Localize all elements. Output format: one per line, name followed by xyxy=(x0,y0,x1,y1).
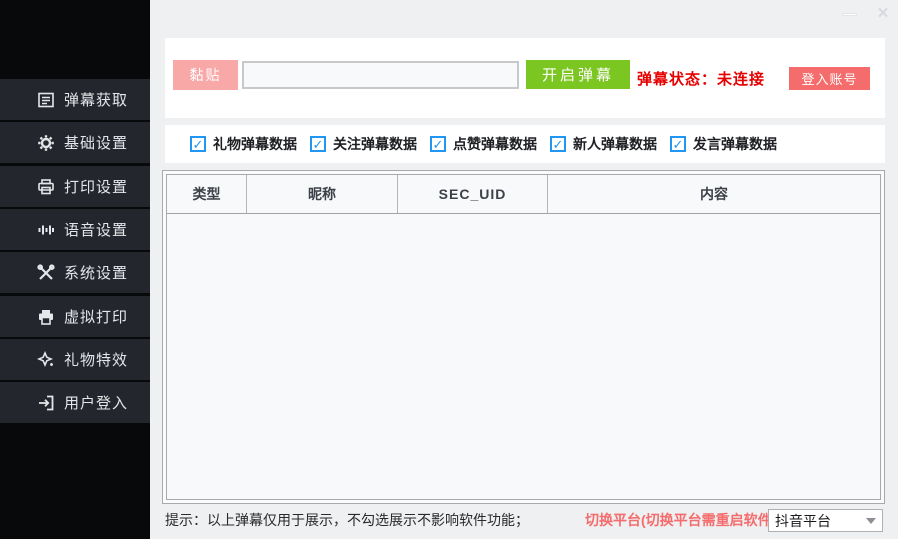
close-button[interactable]: × xyxy=(872,2,894,26)
gear-icon xyxy=(37,134,55,152)
column-header-type: 类型 xyxy=(167,175,247,213)
sidebar-item-label: 打印设置 xyxy=(64,176,128,197)
printer-icon xyxy=(37,178,55,196)
sidebar-item-virtual-print[interactable]: 虚拟打印 xyxy=(0,296,150,337)
virtual-printer-icon xyxy=(37,308,55,326)
danmaku-table-container: 类型 昵称 SEC_UID 内容 xyxy=(162,170,885,504)
sidebar-item-print-settings[interactable]: 打印设置 xyxy=(0,166,150,207)
sidebar: 弹幕获取 基础设置 打印设置 语音设置 系统设置 xyxy=(0,0,150,539)
start-danmaku-button[interactable]: 开启弹幕 xyxy=(526,60,630,89)
column-header-sec-uid: SEC_UID xyxy=(398,175,548,213)
switch-platform-link[interactable]: 切换平台(切换平台需重启软件) xyxy=(585,504,776,536)
sidebar-item-label: 用户登入 xyxy=(64,392,128,413)
sidebar-item-gift-effects[interactable]: 礼物特效 xyxy=(0,339,150,380)
paste-button[interactable]: 黏贴 xyxy=(173,60,238,90)
sidebar-item-label: 系统设置 xyxy=(64,262,128,283)
sidebar-item-label: 弹幕获取 xyxy=(64,89,128,110)
checkbox-label: 点赞弹幕数据 xyxy=(453,134,537,154)
check-icon[interactable]: ✓ xyxy=(310,136,326,152)
checkbox-gift-danmaku[interactable]: ✓ 礼物弹幕数据 xyxy=(190,125,297,163)
checkbox-follow-danmaku[interactable]: ✓ 关注弹幕数据 xyxy=(310,125,417,163)
checkbox-label: 发言弹幕数据 xyxy=(693,134,777,154)
check-icon[interactable]: ✓ xyxy=(670,136,686,152)
checkbox-newcomer-danmaku[interactable]: ✓ 新人弹幕数据 xyxy=(550,125,657,163)
column-header-nickname: 昵称 xyxy=(247,175,398,213)
platform-select[interactable]: 抖音平台 xyxy=(768,509,883,532)
checkbox-chat-danmaku[interactable]: ✓ 发言弹幕数据 xyxy=(670,125,777,163)
sidebar-item-label: 基础设置 xyxy=(64,132,128,153)
voice-bars-icon xyxy=(37,221,55,239)
sidebar-item-label: 礼物特效 xyxy=(64,349,128,370)
checkbox-label: 新人弹幕数据 xyxy=(573,134,657,154)
sidebar-item-danmaku-get[interactable]: 弹幕获取 xyxy=(0,79,150,120)
footer-tip-text: 提示：以上弹幕仅用于展示，不勾选展示不影响软件功能； xyxy=(165,504,529,536)
column-header-content: 内容 xyxy=(548,175,880,213)
gift-sparkle-icon xyxy=(37,351,55,369)
sidebar-item-label: 语音设置 xyxy=(64,219,128,240)
danmaku-status-text: 弹幕状态：未连接 xyxy=(637,38,765,118)
sidebar-item-label: 虚拟打印 xyxy=(64,306,128,327)
chevron-down-icon xyxy=(866,518,876,524)
danmaku-table: 类型 昵称 SEC_UID 内容 xyxy=(166,174,881,500)
login-account-button[interactable]: 登入账号 xyxy=(789,67,870,90)
danmaku-list-icon xyxy=(37,91,55,109)
checkbox-label: 礼物弹幕数据 xyxy=(213,134,297,154)
check-icon[interactable]: ✓ xyxy=(430,136,446,152)
check-icon[interactable]: ✓ xyxy=(190,136,206,152)
table-body-empty xyxy=(167,214,880,499)
table-header-row: 类型 昵称 SEC_UID 内容 xyxy=(167,175,880,214)
login-icon xyxy=(37,394,55,412)
sidebar-item-voice-settings[interactable]: 语音设置 xyxy=(0,209,150,250)
danmaku-app-window: { "window": { "minimize_icon": "minimize… xyxy=(0,0,898,539)
sidebar-item-system-settings[interactable]: 系统设置 xyxy=(0,252,150,293)
room-url-input[interactable] xyxy=(242,61,519,89)
filter-panel: ✓ 礼物弹幕数据 ✓ 关注弹幕数据 ✓ 点赞弹幕数据 ✓ 新人弹幕数据 ✓ 发言… xyxy=(165,125,885,163)
sidebar-item-user-login[interactable]: 用户登入 xyxy=(0,382,150,423)
tools-icon xyxy=(37,264,55,282)
top-panel: 黏贴 开启弹幕 弹幕状态：未连接 登入账号 xyxy=(165,38,885,118)
platform-select-value: 抖音平台 xyxy=(775,511,831,531)
checkbox-label: 关注弹幕数据 xyxy=(333,134,417,154)
checkbox-like-danmaku[interactable]: ✓ 点赞弹幕数据 xyxy=(430,125,537,163)
minimize-button[interactable] xyxy=(842,13,857,16)
sidebar-item-basic-settings[interactable]: 基础设置 xyxy=(0,122,150,163)
check-icon[interactable]: ✓ xyxy=(550,136,566,152)
